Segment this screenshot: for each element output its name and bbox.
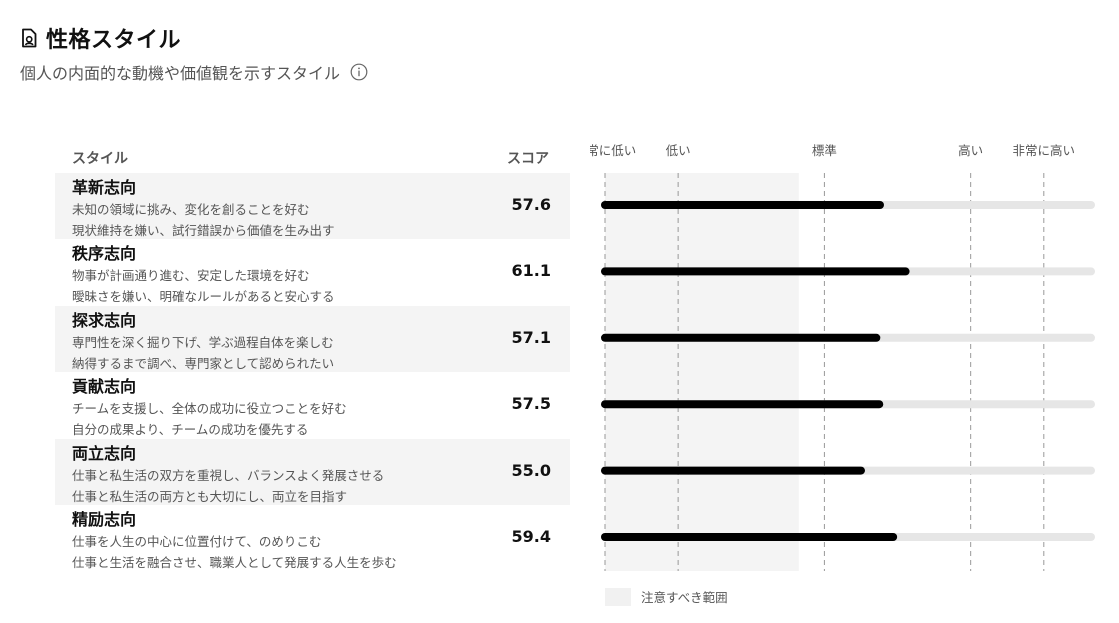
style-name: 革新志向 bbox=[72, 178, 137, 197]
style-description-1: 未知の領域に挑み、変化を創ることを好む bbox=[72, 202, 310, 217]
style-description-2: 自分の成果より、チームの成功を優先する bbox=[72, 422, 309, 438]
style-row: 精励志向仕事を人生の中心に位置付けて、のめりこむ仕事と生活を融合させ、職業人とし… bbox=[55, 505, 570, 571]
style-name: 精励志向 bbox=[72, 510, 137, 529]
style-description-1: 仕事を人生の中心に位置付けて、のめりこむ bbox=[72, 534, 322, 549]
style-description-1: 物事が計画通り進む、安定した環境を好む bbox=[72, 268, 310, 284]
style-score: 57.6 bbox=[511, 195, 551, 214]
style-name: 秩序志向 bbox=[72, 244, 137, 264]
style-row: 貢献志向チームを支援し、全体の成功に役立つことを好む 自分の成果より、チームの成功… bbox=[55, 372, 570, 438]
style-description-2: 曖昧さを嫌い、明確なルールがあると安心する bbox=[72, 289, 335, 305]
style-row: 秩序志向物事が計画通り進む、安定した環境を好む曖昧さを嫌い、明確なルールがあると… bbox=[55, 239, 570, 305]
axis-tick-label: 非常に低い bbox=[590, 143, 636, 158]
style-description-2: 仕事と生活を融合させ、職業人として発展する人生を歩む bbox=[72, 555, 397, 570]
page-subtitle: 個人の内面的な動機や価値観を示すスタイル bbox=[20, 64, 341, 83]
style-score: 59.4 bbox=[511, 527, 551, 546]
legend: 注意すべき範囲 bbox=[605, 587, 728, 606]
style-score: 55.0 bbox=[511, 460, 551, 480]
score-column-header: スコア bbox=[507, 151, 549, 167]
style-row: 革新志向未知の領域に挑み、変化を創ることを好む現状維持を嫌い、試行錯誤から価値を… bbox=[55, 173, 570, 239]
axis-tick-label: 標準 bbox=[812, 143, 837, 158]
style-column-header: スタイル bbox=[72, 151, 128, 167]
header: 性格スタイル 個人の内面的な動機や価値観を示すスタイル bbox=[20, 22, 368, 84]
style-row: 両立志向仕事と私生活の双方を重視し、バランスよく発展させる 仕事と私生活の両方とも… bbox=[55, 438, 570, 505]
info-icon[interactable] bbox=[350, 63, 368, 81]
subtitle-row: 個人の内面的な動機や価値観を示すスタイル bbox=[20, 60, 368, 84]
style-description-2: 納得するまで調べ、専門家として認められたい bbox=[72, 355, 335, 371]
style-score: 57.5 bbox=[511, 394, 551, 414]
style-score: 57.1 bbox=[511, 327, 551, 347]
style-description-2: 仕事と私生活の両方とも大切にし、両立を目指す bbox=[72, 488, 348, 504]
axis-tick-label: 低い bbox=[666, 143, 691, 158]
style-row: 探求志向専門性を深く掘り下げ、学ぶ過程自体を楽しむ 納得するまで調べ、専門家として… bbox=[55, 305, 570, 372]
caution-range-swatch bbox=[605, 587, 631, 606]
style-name: 貢献志向 bbox=[72, 377, 137, 397]
score-chart: 非常に低い 低い 標準 高い 非常に高い bbox=[590, 143, 1095, 571]
style-description-1: 仕事と私生活の双方を重視し、バランスよく発展させる bbox=[72, 467, 385, 483]
style-name: 探求志向 bbox=[72, 310, 137, 330]
style-description-2: 現状維持を嫌い、試行錯誤から価値を生み出す bbox=[72, 223, 335, 238]
style-score: 61.1 bbox=[511, 261, 551, 281]
report-file-icon bbox=[22, 28, 37, 48]
style-name: 両立志向 bbox=[72, 443, 137, 463]
page-title: 性格スタイル bbox=[46, 28, 182, 53]
caution-range bbox=[605, 173, 799, 571]
axis-tick-label: 非常に高い bbox=[1013, 143, 1076, 158]
title-row: 性格スタイル bbox=[20, 22, 368, 54]
style-description-1: 専門性を深く掘り下げ、学ぶ過程自体を楽しむ bbox=[72, 334, 334, 350]
legend-label: 注意すべき範囲 bbox=[641, 590, 728, 605]
axis-tick-label: 高い bbox=[958, 143, 983, 158]
style-description-1: チームを支援し、全体の成功に役立つことを好む bbox=[72, 401, 347, 417]
